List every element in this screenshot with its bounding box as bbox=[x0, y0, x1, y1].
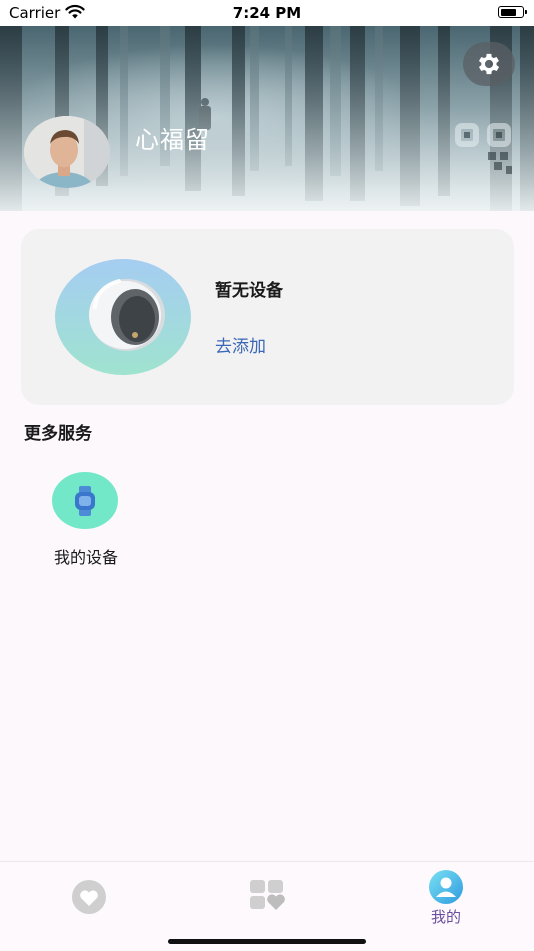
clock: 7:24 PM bbox=[232, 4, 302, 22]
settings-button[interactable] bbox=[463, 42, 515, 86]
no-device-title: 暂无设备 bbox=[215, 281, 283, 301]
battery-icon bbox=[498, 6, 527, 18]
watch-icon bbox=[75, 485, 95, 516]
tab-dashboard[interactable] bbox=[217, 862, 317, 932]
tab-health[interactable] bbox=[39, 862, 139, 932]
profile-icon bbox=[429, 870, 463, 904]
service-label: 我的设备 bbox=[53, 548, 118, 567]
device-card: 暂无设备 去添加 bbox=[21, 229, 514, 405]
home-indicator bbox=[168, 939, 366, 944]
more-services-title: 更多服务 bbox=[24, 424, 92, 444]
smart-ring-image bbox=[55, 259, 191, 375]
heart-icon bbox=[72, 880, 106, 914]
service-item-my-device[interactable]: 我的设备 bbox=[40, 472, 132, 568]
qr-code-icon[interactable] bbox=[452, 122, 516, 178]
avatar[interactable] bbox=[24, 116, 110, 188]
profile-header: 心福留 bbox=[0, 26, 534, 211]
status-bar: Carrier 7:24 PM bbox=[0, 0, 534, 26]
username: 心福留 bbox=[135, 126, 210, 154]
dashboard-heart-icon bbox=[250, 880, 285, 910]
tab-mine[interactable]: 我的 bbox=[396, 862, 496, 932]
add-device-link[interactable]: 去添加 bbox=[215, 332, 266, 357]
avatar-photo bbox=[24, 116, 110, 188]
tab-bar: 我的 bbox=[0, 861, 534, 951]
tab-label-mine: 我的 bbox=[430, 908, 461, 926]
gear-icon bbox=[478, 53, 500, 75]
service-icon-background bbox=[52, 472, 118, 529]
